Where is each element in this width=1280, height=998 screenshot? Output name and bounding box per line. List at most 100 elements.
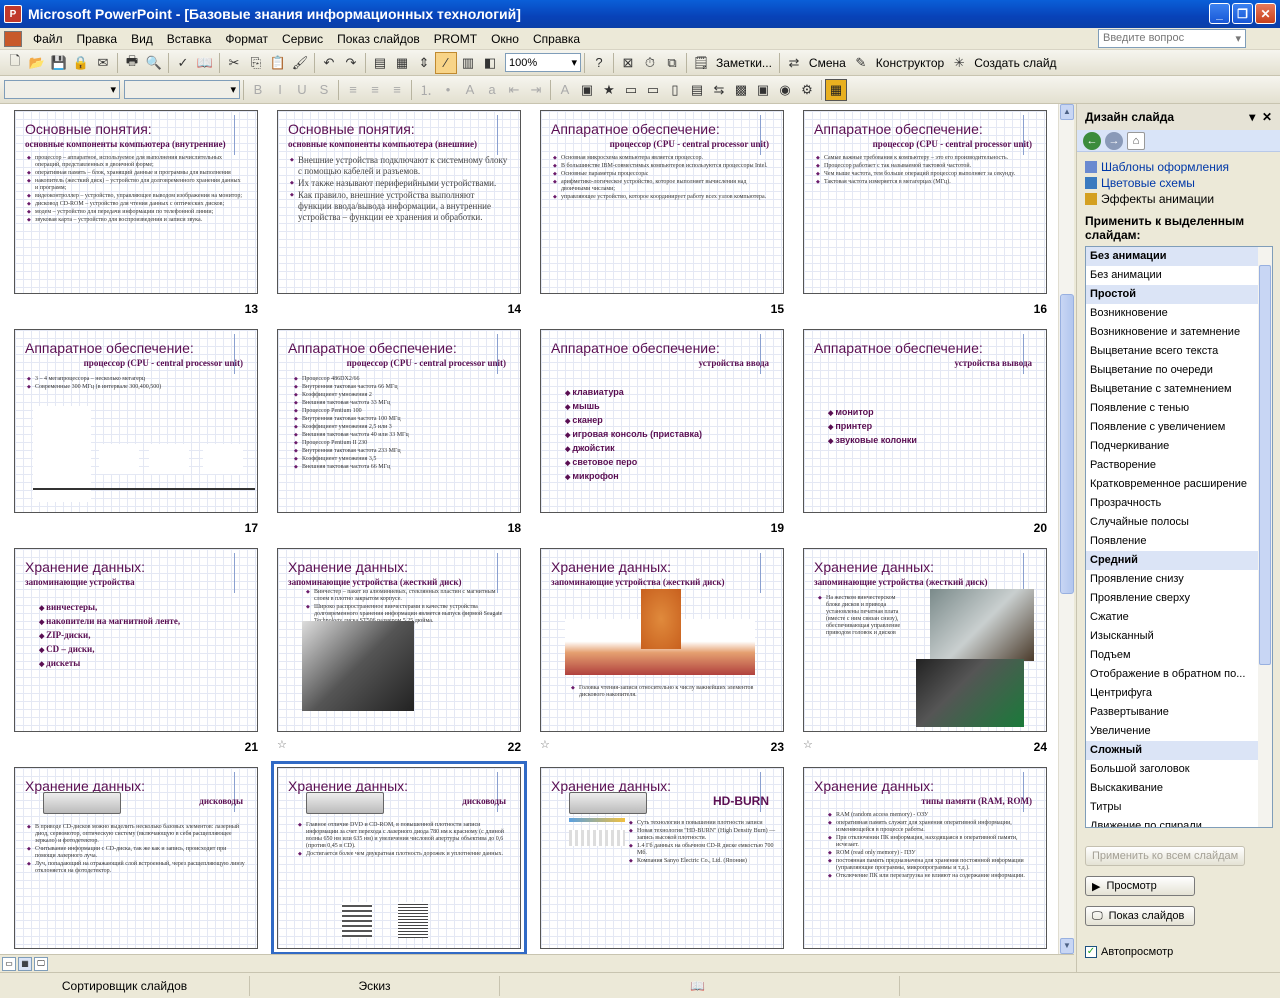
maximize-button[interactable]: ❐ <box>1232 3 1253 24</box>
redo-icon[interactable]: ↷ <box>340 52 362 74</box>
sorter-view-icon[interactable]: ▦ <box>18 956 32 971</box>
chart-icon[interactable]: ▤ <box>369 52 391 74</box>
slide-thumbnail[interactable]: Основные понятия: основные компоненты ком… <box>277 110 521 294</box>
slideshow-button[interactable]: 🖵 Показ слайдов <box>1085 906 1195 926</box>
transition-button[interactable]: Смена <box>805 56 850 70</box>
animation-category[interactable]: Сложный <box>1086 741 1272 760</box>
macro-icon[interactable]: ⚙ <box>796 79 818 101</box>
animation-item[interactable]: Возникновение <box>1086 304 1272 323</box>
slide-thumbnail[interactable]: Аппаратное обеспечение: устройства ввода к… <box>540 329 784 513</box>
align-left-icon[interactable]: ≡ <box>342 79 364 101</box>
help-icon[interactable]: ? <box>588 52 610 74</box>
cut-icon[interactable]: ✂ <box>223 52 245 74</box>
animation-item[interactable]: Увеличение <box>1086 722 1272 741</box>
font-color-icon[interactable]: A <box>554 79 576 101</box>
slide-thumbnail[interactable]: Хранение данных: запоминающие устройства … <box>540 548 784 732</box>
animation-category[interactable]: Без анимации <box>1086 247 1272 266</box>
decrease-indent-icon[interactable]: ⇤ <box>503 79 525 101</box>
expand-icon[interactable]: ⇕ <box>413 52 435 74</box>
slide-thumbnail[interactable]: Аппаратное обеспечение: процессор (CPU - … <box>540 110 784 294</box>
animation-category[interactable]: Простой <box>1086 285 1272 304</box>
decrease-font-icon[interactable]: a <box>481 79 503 101</box>
animation-item[interactable]: Подчеркивание <box>1086 437 1272 456</box>
table-icon[interactable]: ▦ <box>391 52 413 74</box>
increase-indent-icon[interactable]: ⇥ <box>525 79 547 101</box>
scroll-down-arrow-icon[interactable]: ▼ <box>1060 938 1074 954</box>
animation-item[interactable]: Изысканный <box>1086 627 1272 646</box>
menu-view[interactable]: Вид <box>124 32 160 46</box>
shadow-icon[interactable]: S <box>313 79 335 101</box>
zoom-select[interactable]: 100% ▾ <box>505 53 581 72</box>
new-icon[interactable]: 🗋 <box>4 52 26 74</box>
print-preview-icon[interactable]: 🔍 <box>143 52 165 74</box>
email-icon[interactable]: ✉ <box>92 52 114 74</box>
slide-thumbnail[interactable]: Хранение данных: типы памяти (RAM, ROM) RA… <box>803 767 1047 949</box>
animation-item[interactable]: Выцветание всего текста <box>1086 342 1272 361</box>
permission-icon[interactable]: 🔒 <box>70 52 92 74</box>
dictionary-icon[interactable]: ▤ <box>686 79 708 101</box>
animation-icon[interactable]: ★ <box>598 79 620 101</box>
slide-thumbnail[interactable]: Хранение данных: запоминающие устройства в… <box>14 548 258 732</box>
translate-icon[interactable]: ⇆ <box>708 79 730 101</box>
slide-thumbnail[interactable]: Аппаратное обеспечение: процессор (CPU - … <box>803 110 1047 294</box>
autopreview-checkbox[interactable]: ✓ Автопросмотр <box>1085 946 1173 958</box>
copy-icon[interactable]: ⎘ <box>245 52 267 74</box>
animation-item[interactable]: Случайные полосы <box>1086 513 1272 532</box>
help-search-input[interactable]: Введите вопрос ▾ <box>1098 29 1246 48</box>
show-formatting-icon[interactable]: ⁄ <box>435 51 457 74</box>
slide-thumbnail[interactable]: Хранение данных:дисководыВ приводе CD-ди… <box>14 767 258 949</box>
print-icon[interactable]: 🖶 <box>121 52 143 74</box>
hide-slide-icon[interactable]: ⊠ <box>617 52 639 74</box>
menu-help[interactable]: Справка <box>526 32 587 46</box>
normal-view-icon[interactable]: ▭ <box>2 956 16 971</box>
designer-button[interactable]: Конструктор <box>872 56 948 70</box>
animation-item[interactable]: Развертывание <box>1086 703 1272 722</box>
open-icon[interactable]: 📂 <box>26 52 48 74</box>
design-icon[interactable]: ✎ <box>850 52 872 74</box>
animation-item[interactable]: Прозрачность <box>1086 494 1272 513</box>
animation-item[interactable]: Проявление снизу <box>1086 570 1272 589</box>
animation-item[interactable]: Без анимации <box>1086 266 1272 285</box>
notes-icon[interactable]: 🗒 <box>690 52 712 74</box>
menu-insert[interactable]: Вставка <box>160 32 219 46</box>
summary-icon[interactable]: ⧉ <box>661 52 683 74</box>
slide-thumbnail[interactable]: Основные понятия: основные компоненты ком… <box>14 110 258 294</box>
animation-item[interactable]: Растворение <box>1086 456 1272 475</box>
new-slide-button[interactable]: Создать слайд <box>970 56 1060 70</box>
task-pane-close-icon[interactable]: ✕ <box>1262 110 1272 124</box>
research-icon[interactable]: 📖 <box>194 52 216 74</box>
menu-promt[interactable]: PROMT <box>427 32 484 46</box>
animation-item[interactable]: Проявление сверху <box>1086 589 1272 608</box>
align-right-icon[interactable]: ≡ <box>386 79 408 101</box>
slide-thumbnail[interactable]: Аппаратное обеспечение: процессор (CPU - … <box>277 329 521 513</box>
animation-item[interactable]: Отображение в обратном по... <box>1086 665 1272 684</box>
italic-icon[interactable]: I <box>269 79 291 101</box>
document-icon[interactable] <box>4 30 22 47</box>
animation-item[interactable]: Большой заголовок <box>1086 760 1272 779</box>
minimize-button[interactable]: _ <box>1209 3 1230 24</box>
animation-item[interactable]: Центрифуга <box>1086 684 1272 703</box>
font-size-select[interactable]: ▾ <box>124 80 240 99</box>
menu-edit[interactable]: Правка <box>70 32 125 46</box>
grid-icon[interactable]: ▥ <box>457 52 479 74</box>
menu-window[interactable]: Окно <box>484 32 526 46</box>
notes-button[interactable]: Заметки... <box>712 56 776 70</box>
animation-item[interactable]: Движение по спирали <box>1086 817 1272 827</box>
slide-thumbnail[interactable]: Аппаратное обеспечение: процессор (CPU - … <box>14 329 258 513</box>
transition-icon[interactable]: ⇄ <box>783 52 805 74</box>
animation-item[interactable]: Появление <box>1086 532 1272 551</box>
close-button[interactable]: ✕ <box>1255 3 1276 24</box>
back-icon[interactable]: ← <box>1083 131 1101 150</box>
powerpoint-app-icon[interactable]: P <box>4 5 22 23</box>
promt-icon[interactable]: ▩ <box>730 79 752 101</box>
undo-icon[interactable]: ↶ <box>318 52 340 74</box>
expand-text-icon[interactable]: ▭ <box>620 79 642 101</box>
menu-file[interactable]: Файл <box>26 32 70 46</box>
sorter-scrollbar[interactable]: ▲ ▼ <box>1058 104 1074 954</box>
slide-layout-icon[interactable]: ▯ <box>664 79 686 101</box>
home-icon[interactable]: ⌂ <box>1127 131 1145 150</box>
animation-list-scrollbar[interactable] <box>1258 247 1272 827</box>
rehearse-icon[interactable]: ⏱ <box>639 52 661 74</box>
slideshow-view-icon[interactable]: 🖵 <box>34 956 48 971</box>
promt-translate-icon[interactable]: ▦ <box>825 78 847 101</box>
